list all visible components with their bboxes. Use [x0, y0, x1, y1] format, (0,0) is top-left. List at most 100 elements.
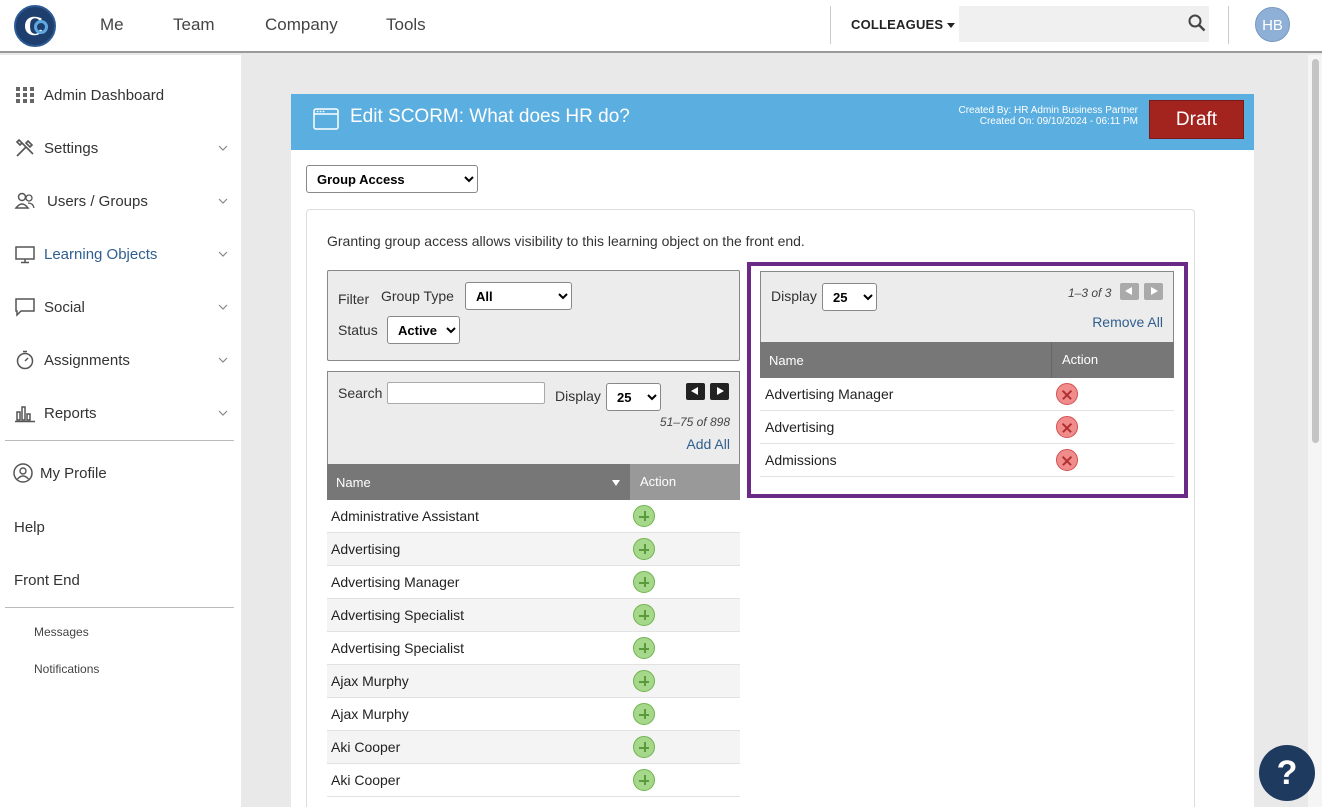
add-circle-icon[interactable] [633, 703, 655, 725]
company-logo[interactable]: C [14, 5, 56, 47]
sidebar-item-label: My Profile [40, 464, 107, 482]
add-circle-icon[interactable] [633, 538, 655, 560]
sidebar-item-label: Social [44, 298, 85, 316]
sidebar-divider [5, 440, 234, 441]
users-icon [14, 192, 35, 209]
sort-down-icon[interactable] [612, 480, 620, 486]
arrow-right-icon [1151, 287, 1158, 295]
table-row: Aki Cooper [327, 764, 740, 797]
sidebar-item-reports[interactable]: Reports [14, 398, 228, 428]
remove-all-link[interactable]: Remove All [1092, 314, 1163, 330]
sidebar-item-help[interactable]: Help [14, 519, 45, 536]
prev-page-button[interactable] [686, 383, 705, 400]
table-row: Advertising Specialist [327, 599, 740, 632]
arrow-left-icon [691, 387, 698, 395]
column-header-action: Action [630, 464, 740, 500]
sidebar-item-social[interactable]: Social [14, 292, 228, 322]
sidebar-item-settings[interactable]: Settings [14, 133, 228, 163]
column-header-action: Action [1051, 342, 1174, 378]
nav-divider [830, 6, 831, 44]
display-count-select[interactable]: 25 [606, 383, 661, 411]
table-row: Advertising Manager [327, 566, 740, 599]
table-row: Advertising Specialist [327, 632, 740, 665]
group-name: Admissions [765, 452, 837, 468]
remove-circle-icon[interactable] [1056, 449, 1078, 471]
grid-icon [16, 87, 34, 103]
nav-me[interactable]: Me [100, 15, 124, 35]
status-select[interactable]: Active [387, 316, 460, 344]
tools-icon [15, 138, 34, 157]
chevron-down-icon [218, 304, 228, 310]
sidebar-item-label: Admin Dashboard [44, 86, 165, 104]
sidebar-item-label: Learning Objects [44, 245, 158, 263]
page-scrollbar[interactable] [1308, 55, 1322, 807]
sidebar-item-messages[interactable]: Messages [34, 625, 89, 639]
table-row: Administrative Assistant [327, 500, 740, 533]
add-all-link[interactable]: Add All [686, 436, 730, 452]
sidebar-item-assignments[interactable]: Assignments [14, 345, 228, 375]
add-circle-icon[interactable] [633, 637, 655, 659]
group-search-input[interactable] [387, 382, 545, 404]
nav-company[interactable]: Company [265, 15, 338, 35]
table-row: Advertising [327, 533, 740, 566]
add-circle-icon[interactable] [633, 604, 655, 626]
colleagues-dropdown[interactable]: COLLEAGUES [851, 17, 956, 32]
selected-prev-page-button[interactable] [1120, 283, 1139, 300]
add-circle-icon[interactable] [633, 571, 655, 593]
chevron-down-icon [218, 251, 228, 257]
search-label: Search [338, 385, 383, 401]
pagination-info: 51–75 of 898 [659, 415, 730, 429]
add-circle-icon[interactable] [633, 736, 655, 758]
available-table-header: Name Action [327, 464, 740, 500]
draft-button[interactable]: Draft [1149, 100, 1244, 139]
caret-down-icon [947, 23, 956, 29]
selected-display-count-select[interactable]: 25 [822, 283, 877, 311]
table-row: Advertising [760, 411, 1174, 444]
table-row: Advertising Manager [760, 378, 1174, 411]
remove-circle-icon[interactable] [1056, 383, 1078, 405]
add-circle-icon[interactable] [633, 769, 655, 791]
add-circle-icon[interactable] [633, 505, 655, 527]
remove-circle-icon[interactable] [1056, 416, 1078, 438]
sidebar-item-my-profile[interactable]: My Profile [12, 458, 226, 488]
column-header-name[interactable]: Name [336, 475, 371, 490]
user-avatar[interactable]: HB [1255, 7, 1290, 42]
user-circle-icon [13, 463, 33, 483]
filter-label: Filter [338, 291, 370, 307]
group-name: Advertising Manager [331, 574, 460, 590]
sidebar-item-front-end[interactable]: Front End [14, 572, 80, 589]
sidebar-item-learning-objects[interactable]: Learning Objects [14, 239, 228, 269]
sidebar: Admin Dashboard Settings Users / Groups … [0, 55, 241, 807]
colleagues-label: COLLEAGUES [851, 17, 944, 32]
help-button[interactable]: ? [1259, 745, 1315, 801]
group-name: Advertising [765, 419, 835, 435]
sidebar-item-users-groups[interactable]: Users / Groups [14, 186, 228, 216]
sidebar-item-label: Settings [44, 139, 99, 157]
selected-table-header: Name Action [760, 342, 1174, 378]
chevron-down-icon [218, 357, 228, 363]
top-search-input[interactable] [959, 6, 1209, 42]
group-type-select[interactable]: All [465, 282, 572, 310]
sidebar-item-admin-dashboard[interactable]: Admin Dashboard [14, 80, 228, 110]
scrollbar-thumb[interactable] [1312, 59, 1319, 443]
created-info: Created By: HR Admin Business Partner Cr… [958, 105, 1138, 127]
selected-groups-toolbar: Display 25 1–3 of 3 Remove All [760, 271, 1174, 342]
table-row: Ajax Murphy [327, 665, 740, 698]
sidebar-item-notifications[interactable]: Notifications [34, 662, 99, 676]
sidebar-item-label: Users / Groups [47, 192, 148, 210]
sidebar-divider [5, 607, 234, 608]
next-page-button[interactable] [710, 383, 729, 400]
access-type-select[interactable]: Group Access [306, 165, 478, 193]
nav-tools[interactable]: Tools [386, 15, 426, 35]
add-circle-icon[interactable] [633, 670, 655, 692]
top-navigation: C Me Team Company Tools COLLEAGUES HB [0, 0, 1322, 53]
display-label: Display [555, 388, 601, 404]
search-icon[interactable] [1188, 14, 1206, 32]
nav-team[interactable]: Team [173, 15, 215, 35]
chat-icon [15, 298, 35, 317]
selected-pagination-info: 1–3 of 3 [1068, 286, 1112, 300]
sidebar-item-label: Assignments [44, 351, 130, 369]
group-name: Advertising Manager [765, 386, 894, 402]
selected-next-page-button[interactable] [1144, 283, 1163, 300]
group-name: Advertising [331, 541, 401, 557]
